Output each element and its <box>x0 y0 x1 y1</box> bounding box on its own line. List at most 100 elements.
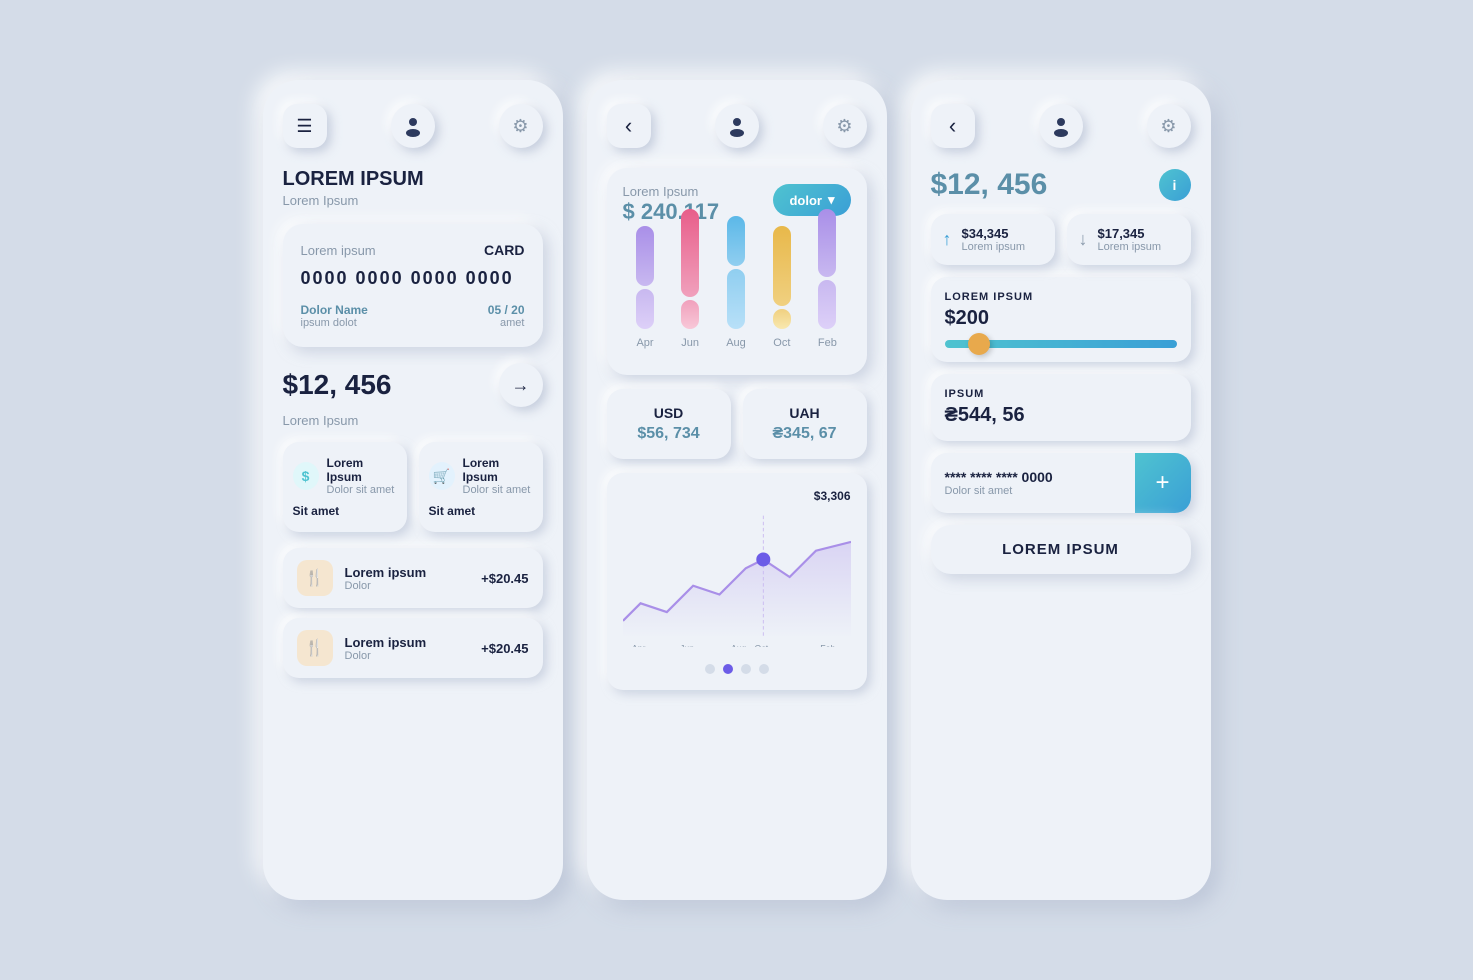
bar-label-feb: Feb <box>818 337 837 349</box>
x-label-feb: Feb <box>820 644 835 647</box>
quick-btn-top-0: $ Lorem Ipsum Dolor sit amet <box>293 456 397 496</box>
stat-income-info: $34,345 Lorem ipsum <box>962 226 1026 253</box>
stat-row: ↑ $34,345 Lorem ipsum ↓ $17,345 Lorem ip… <box>931 214 1191 265</box>
bar-feb-bottom <box>818 280 836 329</box>
card-expiry-info: 05 / 20 amet <box>488 303 525 329</box>
info-badge[interactable]: i <box>1159 169 1191 201</box>
slider-thumb[interactable] <box>968 333 990 355</box>
income-value: $34,345 <box>962 226 1026 241</box>
settings-button[interactable]: ⚙ <box>499 104 543 148</box>
usd-amount: $56, 734 <box>623 425 715 443</box>
section2-label: IPSUM <box>945 388 1177 400</box>
quick-title-1: Lorem Ipsum <box>463 456 533 484</box>
dot-1[interactable] <box>723 664 733 674</box>
quick-sub-0: Dolor sit amet <box>327 484 397 496</box>
x-label-aug: Aug <box>730 644 746 647</box>
card-holder-sub: ipsum dolot <box>301 317 368 329</box>
trans-amount-1: +$20.45 <box>481 641 528 656</box>
card-add-sub: Dolor sit amet <box>945 485 1121 497</box>
arrow-down-icon: ↓ <box>1079 229 1088 250</box>
bar-oct-bottom <box>773 309 791 329</box>
card-add-number: **** **** **** 0000 <box>945 469 1121 485</box>
dot-0[interactable] <box>705 664 715 674</box>
trans-name-0: Lorem ipsum <box>345 565 482 580</box>
transaction-1[interactable]: 🍴 Lorem ipsum Dolor +$20.45 <box>283 618 543 678</box>
dot-3[interactable] <box>759 664 769 674</box>
settings-icon-2: ⚙ <box>836 116 852 137</box>
card-holder-info: Dolor Name ipsum dolot <box>301 303 368 329</box>
settings-icon: ⚙ <box>512 116 528 137</box>
bar-label-oct: Oct <box>773 337 790 349</box>
quick-action-0[interactable]: $ Lorem Ipsum Dolor sit amet Sit amet <box>283 442 407 532</box>
bar-apr-top <box>636 226 654 286</box>
quick-action-label-0: Sit amet <box>293 504 397 518</box>
card-expiry-sub: amet <box>488 317 525 329</box>
stat-income: ↑ $34,345 Lorem ipsum <box>931 214 1055 265</box>
line-chart-point <box>756 552 770 566</box>
arrow-icon: → <box>512 375 530 396</box>
user-icon <box>401 114 425 138</box>
arrow-up-icon: ↑ <box>943 229 952 250</box>
screen-1: ☰ ⚙ LOREM IPSUM Lorem Ipsum Lorem ipsum … <box>263 80 563 900</box>
currency-uah[interactable]: UAH ₴345, 67 <box>743 389 867 459</box>
settings-button-2[interactable]: ⚙ <box>823 104 867 148</box>
quick-actions: $ Lorem Ipsum Dolor sit amet Sit amet 🛒 … <box>283 442 543 532</box>
settings-icon-3: ⚙ <box>1160 116 1176 137</box>
settings-button-3[interactable]: ⚙ <box>1147 104 1191 148</box>
screen1-header: ☰ ⚙ <box>283 104 543 148</box>
add-card-button[interactable]: + <box>1135 453 1191 513</box>
back-button-2[interactable]: ‹ <box>607 104 651 148</box>
info-icon: i <box>1173 177 1177 193</box>
quick-sub-1: Dolor sit amet <box>463 484 533 496</box>
avatar-3 <box>1039 104 1083 148</box>
trans-icon-1: 🍴 <box>297 630 333 666</box>
trans-name-1: Lorem ipsum <box>345 635 482 650</box>
bar-label-jun: Jun <box>681 337 699 349</box>
card-number: 0000 0000 0000 0000 <box>301 268 525 289</box>
line-chart-label: $3,306 <box>623 489 851 503</box>
quick-info-0: Lorem Ipsum Dolor sit amet <box>327 456 397 496</box>
currency-usd[interactable]: USD $56, 734 <box>607 389 731 459</box>
currency-cards: USD $56, 734 UAH ₴345, 67 <box>607 389 867 459</box>
bar-group-jun: Jun <box>681 209 699 349</box>
user-icon-3 <box>1049 114 1073 138</box>
user-icon-2 <box>725 114 749 138</box>
bar-jun-bottom <box>681 300 699 329</box>
dot-2[interactable] <box>741 664 751 674</box>
dropdown-label: dolor <box>789 193 822 208</box>
bar-chart-card: Lorem Ipsum $ 240.117 dolor ▾ Apr <box>607 168 867 375</box>
bar-oct-top <box>773 226 791 306</box>
card-add-row: **** **** **** 0000 Dolor sit amet + <box>931 453 1191 513</box>
section1-label: LOREM IPSUM <box>945 291 1177 303</box>
expense-label: Lorem ipsum <box>1098 241 1162 253</box>
card-expiry-label: 05 / 20 <box>488 303 525 317</box>
quick-action-1[interactable]: 🛒 Lorem Ipsum Dolor sit amet Sit amet <box>419 442 543 532</box>
menu-button[interactable]: ☰ <box>283 104 327 148</box>
usd-label: USD <box>623 405 715 421</box>
bar-feb-top <box>818 209 836 277</box>
quick-icon-1: 🛒 <box>429 462 455 490</box>
bar-group-aug: Aug <box>726 209 746 349</box>
bar-label-aug: Aug <box>726 337 746 349</box>
bar-jun-top <box>681 209 699 297</box>
section-lorem-ipsum: LOREM IPSUM $200 <box>931 277 1191 362</box>
balance-arrow-button[interactable]: → <box>499 363 543 407</box>
stat-expense-info: $17,345 Lorem ipsum <box>1098 226 1162 253</box>
back-button-3[interactable]: ‹ <box>931 104 975 148</box>
avatar <box>391 104 435 148</box>
screen3-header: ‹ ⚙ <box>931 104 1191 148</box>
bar-apr-bottom <box>636 289 654 329</box>
page-title: LOREM IPSUM <box>283 168 543 191</box>
back-icon-2: ‹ <box>625 113 632 139</box>
stat-expense: ↓ $17,345 Lorem ipsum <box>1067 214 1191 265</box>
card-label: Lorem ipsum <box>301 243 376 258</box>
slider-track[interactable] <box>945 340 1177 348</box>
card-holder-label: Dolor Name <box>301 303 368 317</box>
transaction-0[interactable]: 🍴 Lorem ipsum Dolor +$20.45 <box>283 548 543 608</box>
dropdown-chevron-icon: ▾ <box>828 192 835 208</box>
main-action-button[interactable]: LOREM IPSUM <box>931 525 1191 574</box>
trans-info-1: Lorem ipsum Dolor <box>345 635 482 662</box>
line-chart-card: $3,306 Apr Jun Aug Oct <box>607 473 867 690</box>
line-chart-svg: Apr Jun Aug Oct Feb <box>623 507 851 647</box>
income-label: Lorem ipsum <box>962 241 1026 253</box>
